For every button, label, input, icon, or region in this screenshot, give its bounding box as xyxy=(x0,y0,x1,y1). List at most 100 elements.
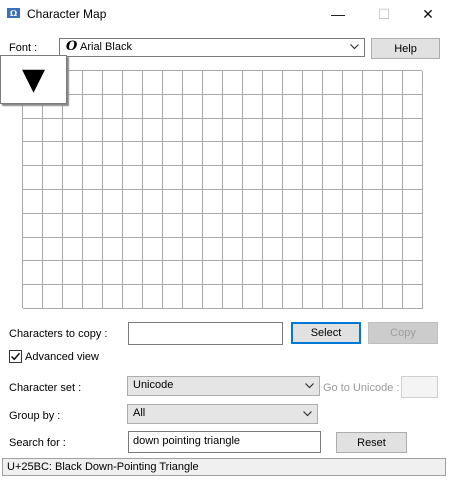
character-cell[interactable] xyxy=(303,142,323,166)
character-cell[interactable] xyxy=(263,238,283,261)
character-cell[interactable] xyxy=(323,166,343,190)
character-cell[interactable] xyxy=(63,190,83,214)
character-cell[interactable] xyxy=(263,190,283,214)
character-cell[interactable] xyxy=(263,285,283,309)
character-cell[interactable] xyxy=(323,238,343,261)
maximize-button[interactable]: ☐ xyxy=(362,0,406,28)
character-cell[interactable] xyxy=(143,71,163,95)
character-cell[interactable] xyxy=(223,190,243,214)
character-cell[interactable] xyxy=(43,214,63,238)
character-set-dropdown[interactable]: Unicode xyxy=(127,376,320,396)
character-cell[interactable] xyxy=(23,238,43,261)
character-cell[interactable] xyxy=(143,95,163,119)
character-cell[interactable] xyxy=(303,261,323,285)
character-cell[interactable] xyxy=(403,214,423,238)
character-cell[interactable] xyxy=(363,142,383,166)
character-cell[interactable] xyxy=(323,261,343,285)
character-cell[interactable] xyxy=(343,190,363,214)
character-cell[interactable] xyxy=(103,95,123,119)
character-cell[interactable] xyxy=(203,190,223,214)
character-cell[interactable] xyxy=(163,142,183,166)
character-cell[interactable] xyxy=(323,214,343,238)
character-cell[interactable] xyxy=(163,238,183,261)
character-cell[interactable] xyxy=(23,261,43,285)
group-by-dropdown[interactable]: All xyxy=(127,404,318,424)
character-cell[interactable] xyxy=(43,119,63,142)
character-cell[interactable] xyxy=(283,238,303,261)
character-cell[interactable] xyxy=(283,190,303,214)
character-cell[interactable] xyxy=(103,119,123,142)
character-cell[interactable] xyxy=(83,214,103,238)
character-cell[interactable] xyxy=(183,261,203,285)
character-cell[interactable] xyxy=(83,166,103,190)
character-cell[interactable] xyxy=(43,142,63,166)
character-cell[interactable] xyxy=(63,285,83,309)
character-cell[interactable] xyxy=(343,238,363,261)
character-cell[interactable] xyxy=(183,238,203,261)
character-cell[interactable] xyxy=(203,95,223,119)
character-cell[interactable] xyxy=(103,190,123,214)
character-cell[interactable] xyxy=(243,190,263,214)
character-cell[interactable] xyxy=(363,214,383,238)
character-cell[interactable] xyxy=(43,238,63,261)
character-cell[interactable] xyxy=(303,119,323,142)
character-cell[interactable] xyxy=(403,71,423,95)
character-cell[interactable] xyxy=(263,214,283,238)
character-cell[interactable] xyxy=(343,142,363,166)
character-cell[interactable] xyxy=(163,190,183,214)
character-cell[interactable] xyxy=(343,166,363,190)
character-cell[interactable] xyxy=(223,71,243,95)
character-cell[interactable] xyxy=(363,119,383,142)
character-cell[interactable] xyxy=(223,142,243,166)
character-cell[interactable] xyxy=(103,142,123,166)
character-cell[interactable] xyxy=(23,142,43,166)
character-cell[interactable] xyxy=(83,190,103,214)
character-cell[interactable] xyxy=(223,214,243,238)
character-cell[interactable] xyxy=(303,166,323,190)
reset-button[interactable]: Reset xyxy=(336,432,407,453)
character-cell[interactable] xyxy=(23,119,43,142)
character-cell[interactable] xyxy=(343,285,363,309)
character-cell[interactable] xyxy=(383,166,403,190)
character-cell[interactable] xyxy=(183,285,203,309)
character-cell[interactable] xyxy=(323,285,343,309)
advanced-view-checkbox[interactable] xyxy=(9,350,22,363)
character-cell[interactable] xyxy=(283,142,303,166)
character-cell[interactable] xyxy=(43,285,63,309)
character-cell[interactable] xyxy=(363,95,383,119)
character-cell[interactable] xyxy=(103,71,123,95)
character-cell[interactable] xyxy=(163,119,183,142)
character-cell[interactable] xyxy=(363,71,383,95)
character-cell[interactable] xyxy=(403,119,423,142)
character-cell[interactable] xyxy=(143,214,163,238)
character-cell[interactable] xyxy=(203,238,223,261)
character-cell[interactable] xyxy=(243,119,263,142)
character-cell[interactable] xyxy=(343,261,363,285)
character-cell[interactable] xyxy=(283,261,303,285)
character-cell[interactable] xyxy=(123,166,143,190)
character-cell[interactable] xyxy=(183,71,203,95)
character-cell[interactable] xyxy=(243,261,263,285)
character-cell[interactable] xyxy=(43,190,63,214)
character-cell[interactable] xyxy=(383,214,403,238)
copy-button[interactable]: Copy xyxy=(368,322,438,344)
character-cell[interactable] xyxy=(123,142,143,166)
help-button[interactable]: Help xyxy=(371,38,440,59)
character-cell[interactable] xyxy=(63,238,83,261)
character-cell[interactable] xyxy=(43,166,63,190)
character-cell[interactable] xyxy=(243,285,263,309)
character-cell[interactable] xyxy=(263,142,283,166)
character-cell[interactable] xyxy=(123,238,143,261)
character-cell[interactable] xyxy=(283,71,303,95)
character-cell[interactable] xyxy=(383,238,403,261)
character-cell[interactable] xyxy=(223,95,243,119)
character-cell[interactable] xyxy=(63,261,83,285)
character-cell[interactable] xyxy=(303,190,323,214)
character-cell[interactable] xyxy=(223,238,243,261)
character-cell[interactable] xyxy=(123,285,143,309)
character-cell[interactable] xyxy=(323,119,343,142)
character-cell[interactable] xyxy=(383,71,403,95)
character-cell[interactable] xyxy=(283,95,303,119)
character-cell[interactable] xyxy=(203,214,223,238)
character-cell[interactable] xyxy=(363,285,383,309)
